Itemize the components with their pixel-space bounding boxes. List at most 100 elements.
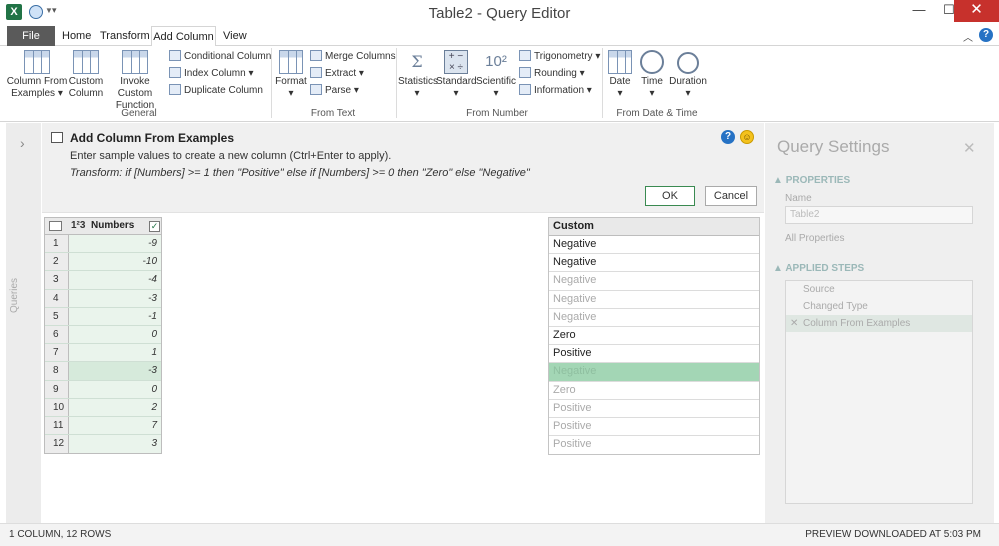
table-row[interactable]: 10 2	[45, 398, 161, 417]
delete-step-icon[interactable]: ✕	[790, 315, 798, 332]
table-row[interactable]: 71	[45, 344, 161, 363]
table-row[interactable]: 2 -10	[45, 253, 161, 272]
trigonometry-button[interactable]: Trigonometry ▾	[519, 50, 600, 64]
table-row[interactable]: 3 -4	[45, 271, 161, 290]
row-index[interactable]: 9	[45, 380, 69, 398]
row-index[interactable]: 10	[45, 398, 69, 416]
table-row[interactable]: 5 -1	[45, 307, 161, 326]
duration-label: Duration	[669, 76, 707, 87]
tab-file[interactable]: File	[7, 26, 55, 46]
column-select-checkbox[interactable]: ✓	[149, 221, 160, 232]
numbers-cell[interactable]: 0	[69, 380, 161, 398]
row-index[interactable]: 8	[45, 362, 69, 380]
custom-cell[interactable]: Zero	[549, 327, 759, 346]
row-index[interactable]: 5	[45, 307, 69, 325]
table-row[interactable]: 8 -3	[45, 362, 161, 381]
invoke-custom-function-button[interactable]: Invoke Custom Function	[104, 50, 166, 112]
tab-home[interactable]: Home	[56, 26, 97, 46]
parse-button[interactable]: Parse ▾	[310, 84, 359, 98]
close-query-settings-icon[interactable]: ✕	[963, 139, 976, 157]
row-index[interactable]: 4	[45, 289, 69, 307]
column-from-examples-button[interactable]: Column From Examples ▾	[6, 50, 68, 100]
format-button[interactable]: Format ▾	[274, 50, 308, 100]
main-area: Add Column From Examples Enter sample va…	[42, 123, 764, 523]
merge-columns-button[interactable]: Merge Columns	[310, 50, 396, 64]
table-row[interactable]: 4 -3	[45, 289, 161, 308]
scientific-button[interactable]: 10² Scientific ▾	[476, 50, 516, 100]
custom-cell[interactable]: Negative	[549, 272, 759, 291]
query-name-input[interactable]: Table2	[785, 206, 973, 224]
table-row[interactable]: 11 7	[45, 416, 161, 436]
custom-cell[interactable]: Positive	[549, 418, 759, 437]
row-index[interactable]: 6	[45, 325, 69, 344]
table-row[interactable]: 1 -9	[45, 235, 161, 254]
step-changed-type[interactable]: Changed Type	[786, 298, 972, 315]
numbers-cell[interactable]: 1	[69, 344, 161, 362]
numbers-cell[interactable]: 2	[69, 398, 161, 416]
numbers-cell[interactable]: -9	[69, 235, 161, 253]
row-index[interactable]: 2	[45, 253, 69, 271]
duplicate-column-button[interactable]: Duplicate Column	[169, 84, 263, 98]
numbers-cell[interactable]: -4	[69, 271, 161, 289]
minimize-button[interactable]: —	[904, 0, 934, 22]
numbers-cell[interactable]: 0	[69, 325, 161, 344]
numbers-cell[interactable]: -1	[69, 307, 161, 325]
collapse-ribbon-icon[interactable]: ︿	[963, 29, 973, 44]
numbers-cell[interactable]: 7	[69, 416, 161, 435]
numbers-cell[interactable]: -3	[69, 289, 161, 307]
index-column-button[interactable]: Index Column ▾	[169, 67, 254, 81]
column-header-numbers[interactable]: Numbers	[91, 220, 134, 231]
extract-button[interactable]: Extract ▾	[310, 67, 364, 81]
tab-transform[interactable]: Transform	[94, 26, 156, 46]
custom-cell[interactable]: Positive	[549, 436, 759, 454]
numbers-cell[interactable]: -10	[69, 253, 161, 271]
custom-cell[interactable]: Negative	[549, 363, 759, 382]
step-source[interactable]: Source	[786, 281, 972, 298]
custom-cell[interactable]: Positive	[549, 345, 759, 364]
properties-heading[interactable]: ▲ PROPERTIES	[773, 175, 850, 186]
step-column-from-examples[interactable]: ✕ Column From Examples	[786, 315, 972, 332]
transform-formula: Transform: if [Numbers] >= 1 then "Posit…	[70, 167, 530, 179]
statistics-button[interactable]: Σ Statistics ▾	[398, 50, 438, 100]
help-icon[interactable]: ?	[721, 130, 735, 144]
feedback-smiley-icon[interactable]: ☺	[740, 130, 754, 144]
row-index[interactable]: 12	[45, 435, 69, 454]
conditional-column-button[interactable]: Conditional Column	[169, 50, 271, 64]
custom-column-header[interactable]: Custom	[549, 218, 759, 236]
rounding-button[interactable]: Rounding ▾	[519, 67, 585, 81]
date-button[interactable]: Date ▾	[605, 50, 635, 100]
row-index[interactable]: 1	[45, 235, 69, 253]
standard-button[interactable]: + − × ÷ Standard ▾	[436, 50, 477, 100]
expand-queries-icon[interactable]: ›	[20, 135, 25, 151]
sigma-icon: Σ	[411, 52, 423, 71]
row-index[interactable]: 7	[45, 344, 69, 362]
cancel-button[interactable]: Cancel	[705, 186, 757, 206]
close-button[interactable]: ✕	[954, 0, 999, 22]
time-button[interactable]: Time ▾	[637, 50, 667, 100]
custom-cell[interactable]: Negative	[549, 236, 759, 255]
custom-cell[interactable]: Zero	[549, 382, 759, 400]
applied-steps-heading[interactable]: ▲ APPLIED STEPS	[773, 263, 864, 274]
numbers-cell[interactable]: -3	[69, 362, 161, 380]
tab-add-column[interactable]: Add Column	[151, 26, 216, 47]
table-row[interactable]: 60	[45, 325, 161, 345]
tab-view[interactable]: View	[217, 26, 253, 46]
custom-column-button[interactable]: Custom Column	[68, 50, 104, 100]
duration-button[interactable]: Duration ▾	[668, 50, 708, 100]
table-row[interactable]: 12 3	[45, 435, 161, 454]
custom-cell[interactable]: Negative	[549, 254, 759, 273]
custom-cell[interactable]: Negative	[549, 291, 759, 309]
queries-pane-collapsed[interactable]: › Queries	[6, 123, 41, 523]
ok-button[interactable]: OK	[645, 186, 695, 206]
information-button[interactable]: Information ▾	[519, 84, 592, 98]
numbers-cell[interactable]: 3	[69, 435, 161, 454]
table-menu-icon[interactable]	[49, 221, 62, 231]
custom-cell[interactable]: Positive	[549, 400, 759, 418]
help-icon[interactable]: ?	[979, 28, 993, 42]
all-properties-link[interactable]: All Properties	[785, 233, 844, 244]
row-index[interactable]: 11	[45, 416, 69, 435]
table-row[interactable]: 90	[45, 380, 161, 399]
row-index[interactable]: 3	[45, 271, 69, 289]
custom-cell[interactable]: Negative	[549, 309, 759, 327]
number-type-icon[interactable]: 1²3	[71, 220, 85, 231]
